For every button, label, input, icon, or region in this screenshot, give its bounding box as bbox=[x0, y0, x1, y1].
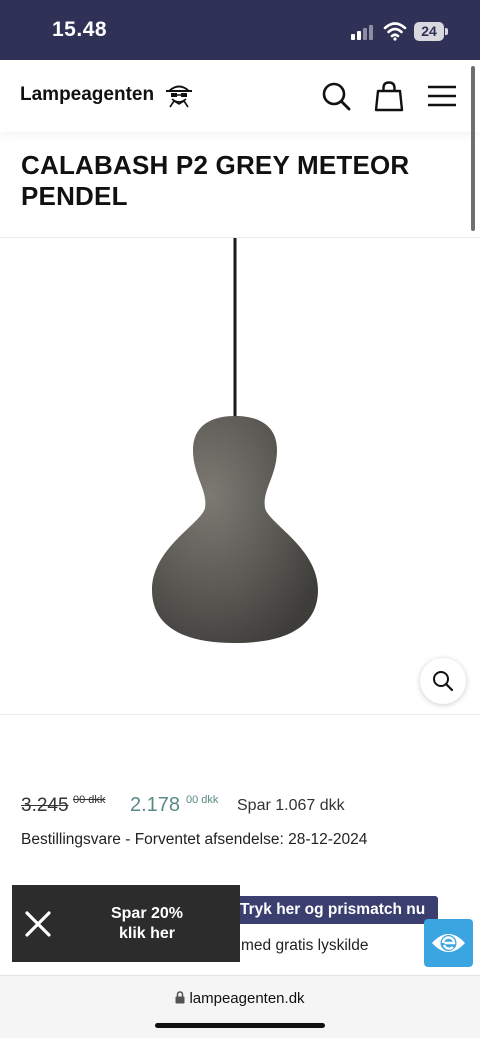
wifi-icon bbox=[383, 22, 407, 41]
detective-logo-icon[interactable] bbox=[164, 80, 194, 110]
sale-price: 2.178 bbox=[130, 794, 181, 816]
zoom-button[interactable] bbox=[420, 658, 466, 704]
accessibility-button[interactable] bbox=[424, 919, 473, 967]
pendant-lamp-image bbox=[152, 238, 318, 643]
bag-icon[interactable] bbox=[373, 80, 405, 112]
original-price: 3.245 bbox=[21, 795, 69, 816]
browser-bottom-bar: lampeagenten.dk bbox=[0, 975, 480, 1038]
lock-icon bbox=[175, 991, 185, 1004]
battery-icon: 24 bbox=[414, 22, 448, 41]
home-indicator[interactable] bbox=[155, 1023, 325, 1028]
product-image[interactable] bbox=[0, 237, 480, 715]
savings-text: Spar 1.067 dkk bbox=[237, 797, 345, 814]
discount-line-1: Spar 20% bbox=[110, 905, 184, 922]
discount-popup[interactable]: Spar 20% klik her bbox=[12, 885, 240, 962]
discount-line-2: klik her bbox=[118, 925, 176, 942]
site-logo-text[interactable]: Lampeagenten bbox=[20, 84, 154, 106]
original-price-decimals: 00 dkk bbox=[73, 794, 106, 806]
status-time: 15.48 bbox=[52, 18, 108, 41]
free-bulb-text: med gratis lyskilde bbox=[241, 937, 369, 954]
battery-level: 24 bbox=[414, 22, 444, 41]
site-header: Lampeagenten bbox=[0, 60, 480, 132]
status-bar: 15.48 24 bbox=[0, 0, 480, 60]
page-scrollbar[interactable] bbox=[471, 66, 475, 231]
magnifier-icon bbox=[433, 671, 454, 692]
address-bar[interactable]: lampeagenten.dk bbox=[0, 990, 480, 1007]
menu-icon[interactable] bbox=[426, 80, 458, 112]
availability-text: Bestillingsvare - Forventet afsendelse: … bbox=[21, 831, 368, 848]
price-row: 3.245 00 dkk 2.178 00 dkk Spar 1.067 dkk bbox=[21, 793, 461, 819]
pricematch-button[interactable]: Tryk her og prismatch nu bbox=[236, 896, 438, 924]
close-icon[interactable] bbox=[23, 909, 53, 939]
url-text: lampeagenten.dk bbox=[189, 990, 305, 1007]
product-title: CALABASH P2 GREY METEOR PENDEL bbox=[21, 150, 410, 211]
sale-price-decimals: 00 dkk bbox=[186, 794, 219, 806]
search-icon[interactable] bbox=[320, 80, 352, 112]
eye-icon bbox=[432, 934, 465, 952]
discount-popup-text[interactable]: Spar 20% klik her bbox=[82, 904, 212, 944]
cellular-signal-icon bbox=[351, 24, 375, 40]
